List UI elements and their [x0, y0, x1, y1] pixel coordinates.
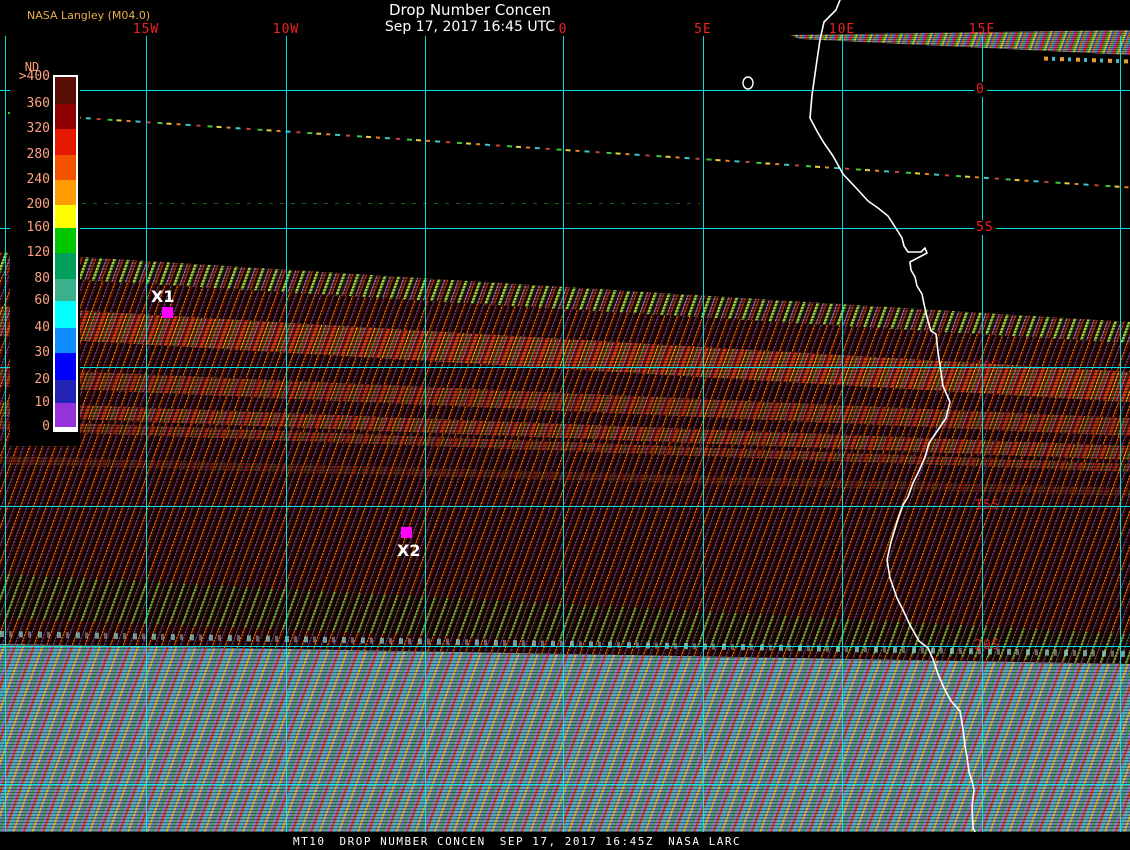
island-outline	[742, 76, 754, 90]
colorbar-tick-label: 40	[34, 320, 50, 335]
colorbar-segment	[55, 155, 76, 180]
colorbar-segment	[55, 253, 76, 279]
satellite-product-view: 15W 10W 0 5E 10E 15E 0 5S 10S 15S 20S 25S ND >400 36…	[0, 0, 1130, 850]
colorbar-segment	[55, 205, 76, 228]
colorbar-segment	[55, 353, 76, 380]
colorbar-tick-label: 0	[42, 419, 50, 434]
colorbar-tick-label: 20	[34, 372, 50, 387]
colorbar-tick-label: 160	[26, 220, 50, 235]
source-version-label: NASA Langley (M04.0)	[27, 9, 151, 22]
colorbar-tick-label: 320	[26, 121, 50, 136]
title-block: Drop Number Concen Sep 17, 2017 16:45 UT…	[380, 1, 560, 36]
colorbar-segment	[55, 380, 76, 403]
footer-text-segment: NASA LARC	[668, 834, 742, 848]
colorbar-tick-label: 280	[26, 147, 50, 162]
coastline	[809, 0, 976, 833]
footer-text-segment: DROP NUMBER CONCEN	[339, 834, 486, 848]
colorbar-segment	[55, 180, 76, 205]
colorbar-tick-label: 10	[34, 395, 50, 410]
colorbar-segment	[55, 77, 76, 104]
footer-annotation-bar: MT10 DROP NUMBER CONCEN SEP 17, 2017 16:45…	[0, 832, 1130, 850]
colorbar-segment	[55, 301, 76, 328]
map-marker-label: X1	[151, 287, 175, 306]
page-title: Drop Number Concen	[388, 1, 552, 19]
island-outlines	[742, 76, 754, 90]
colorbar-segment	[55, 228, 76, 253]
colorbar-segment	[55, 104, 76, 129]
colorbar-segment	[55, 129, 76, 155]
map-marker-label: X2	[397, 541, 421, 560]
colorbar-tick-label: >400	[18, 69, 50, 84]
map-marker-point	[162, 307, 173, 318]
colorbar-tick-label: 60	[34, 293, 50, 308]
map-marker-point	[401, 527, 412, 538]
timestamp-subtitle: Sep 17, 2017 16:45 UTC	[384, 19, 556, 35]
footer-text-segment: MT10	[293, 834, 326, 848]
colorbar-tick-label: 120	[26, 245, 50, 260]
footer-text-segment: SEP 17, 2017 16:45Z	[499, 834, 655, 848]
colorbar-segment	[55, 279, 76, 301]
colorbar-tick-label: 30	[34, 345, 50, 360]
colorbar-tick-label: 240	[26, 172, 50, 187]
colorbar-segment	[55, 328, 76, 353]
colorbar-tick-label: 200	[26, 197, 50, 212]
colorbar-tick-label: 360	[26, 96, 50, 111]
coastline-map	[742, 0, 976, 833]
colorbar-segment	[55, 403, 76, 427]
colorbar-tick-label: 80	[34, 271, 50, 286]
